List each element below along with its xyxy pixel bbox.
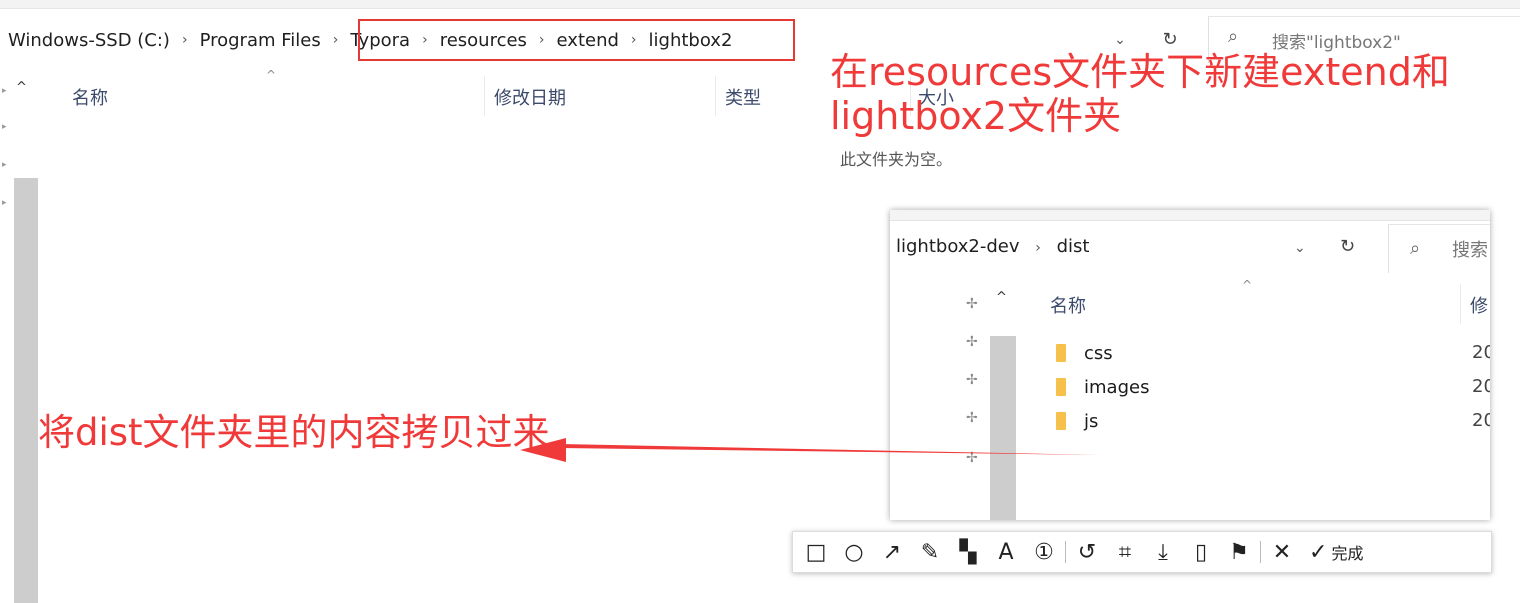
folder-icon <box>1056 412 1066 430</box>
download-icon[interactable]: ⤓ <box>1144 532 1182 572</box>
close-icon[interactable]: ✕ <box>1263 532 1301 572</box>
overlay-top-strip <box>890 210 1490 221</box>
column-divider[interactable] <box>715 76 716 116</box>
column-divider[interactable] <box>1460 284 1461 324</box>
sort-caret-icon: ^ <box>266 68 277 82</box>
window-top-strip <box>0 0 1520 9</box>
empty-folder-message: 此文件夹为空。 <box>840 150 953 169</box>
rectangle-tool-icon[interactable]: □ <box>797 532 835 572</box>
refresh-icon[interactable]: ↻ <box>1340 236 1355 257</box>
nav-scrollbar[interactable] <box>14 178 38 603</box>
mosaic-tool-icon[interactable]: ▚ <box>949 532 987 572</box>
pin-icon[interactable]: ✢ <box>966 296 978 312</box>
toolbar-divider <box>1260 541 1261 563</box>
chevron-right-icon: › <box>1035 240 1041 256</box>
pin-icon[interactable]: ✢ <box>966 410 978 426</box>
list-item[interactable]: css <box>1056 338 1113 368</box>
file-name: css <box>1084 342 1113 364</box>
pen-tool-icon[interactable]: ✎ <box>911 532 949 572</box>
search-placeholder[interactable]: 搜索 <box>1452 236 1488 262</box>
toolbar-divider <box>1065 541 1066 563</box>
breadcrumb-item[interactable]: lightbox2-dev <box>896 236 1020 257</box>
save-icon[interactable]: ▯ <box>1182 532 1220 572</box>
expand-icon[interactable]: ▸ <box>2 86 7 96</box>
pin-icon[interactable]: ✢ <box>966 450 978 466</box>
search-icon: ⌕ <box>1228 26 1239 47</box>
bookmark-icon[interactable]: ⚑ <box>1220 532 1258 572</box>
file-date: 20 <box>1472 410 1490 431</box>
sort-caret-icon: ^ <box>1242 278 1253 292</box>
file-date: 20 <box>1472 376 1490 397</box>
done-button[interactable]: ✓ 完成 <box>1301 540 1363 565</box>
annotation-copy-contents: 将dist文件夹里的内容拷贝过来 <box>38 411 550 454</box>
chevron-down-icon[interactable]: ⌄ <box>1294 240 1306 256</box>
pin-icon[interactable]: ✢ <box>966 372 978 388</box>
pin-icon[interactable]: ✢ <box>966 334 978 350</box>
ocr-tool-icon[interactable]: ⌗ <box>1106 532 1144 572</box>
breadcrumb-item[interactable]: Program Files <box>200 30 321 51</box>
check-icon: ✓ <box>1309 539 1328 565</box>
overlay-nav-scrollbar[interactable] <box>990 336 1016 520</box>
column-header-name[interactable]: 名称 <box>1050 292 1086 318</box>
column-divider[interactable] <box>484 76 485 116</box>
number-tool-icon[interactable]: ① <box>1025 532 1063 572</box>
column-header-modified[interactable]: 修 <box>1470 292 1488 318</box>
chevron-right-icon: › <box>181 32 188 48</box>
file-name: images <box>1084 376 1150 398</box>
column-header-type[interactable]: 类型 <box>725 84 761 110</box>
expand-icon[interactable]: ▸ <box>2 122 7 132</box>
undo-icon[interactable]: ↺ <box>1068 532 1106 572</box>
search-icon: ⌕ <box>1410 238 1421 259</box>
scroll-up-icon[interactable]: ^ <box>996 290 1007 305</box>
file-name: js <box>1084 410 1099 432</box>
column-header-name[interactable]: 名称 <box>72 84 108 110</box>
chevron-right-icon: › <box>332 32 339 48</box>
file-date: 20 <box>1472 342 1490 363</box>
refresh-icon[interactable]: ↻ <box>1158 28 1182 52</box>
folder-icon <box>1056 378 1066 396</box>
screenshot-toolbar: □ ○ ↗ ✎ ▚ A ① ↺ ⌗ ⤓ ▯ ⚑ ✕ ✓ 完成 <box>792 531 1492 573</box>
breadcrumb-item[interactable]: dist <box>1057 236 1090 257</box>
list-item[interactable]: images <box>1056 372 1149 402</box>
scroll-up-icon[interactable]: ^ <box>16 80 27 95</box>
expand-icon[interactable]: ▸ <box>2 198 7 208</box>
done-label: 完成 <box>1331 544 1364 563</box>
chevron-down-icon[interactable]: ⌄ <box>1110 30 1130 50</box>
overlay-explorer-window: lightbox2-dev › dist ⌄ ↻ ⌕ 搜索 ^ ✢ ✢ ✢ ✢ … <box>890 210 1490 520</box>
folder-icon <box>1056 344 1066 362</box>
expand-icon[interactable]: ▸ <box>2 160 7 170</box>
arrow-tool-icon[interactable]: ↗ <box>873 532 911 572</box>
overlay-address-bar[interactable]: lightbox2-dev › dist <box>896 236 1089 257</box>
text-tool-icon[interactable]: A <box>987 532 1025 572</box>
column-header-modified[interactable]: 修改日期 <box>494 84 566 110</box>
annotation-create-folders: 在resources文件夹下新建extend和lightbox2文件夹 <box>830 50 1450 138</box>
list-item[interactable]: js <box>1056 406 1098 436</box>
highlight-box <box>358 19 795 61</box>
ellipse-tool-icon[interactable]: ○ <box>835 532 873 572</box>
breadcrumb-item[interactable]: Windows-SSD (C:) <box>8 30 170 51</box>
